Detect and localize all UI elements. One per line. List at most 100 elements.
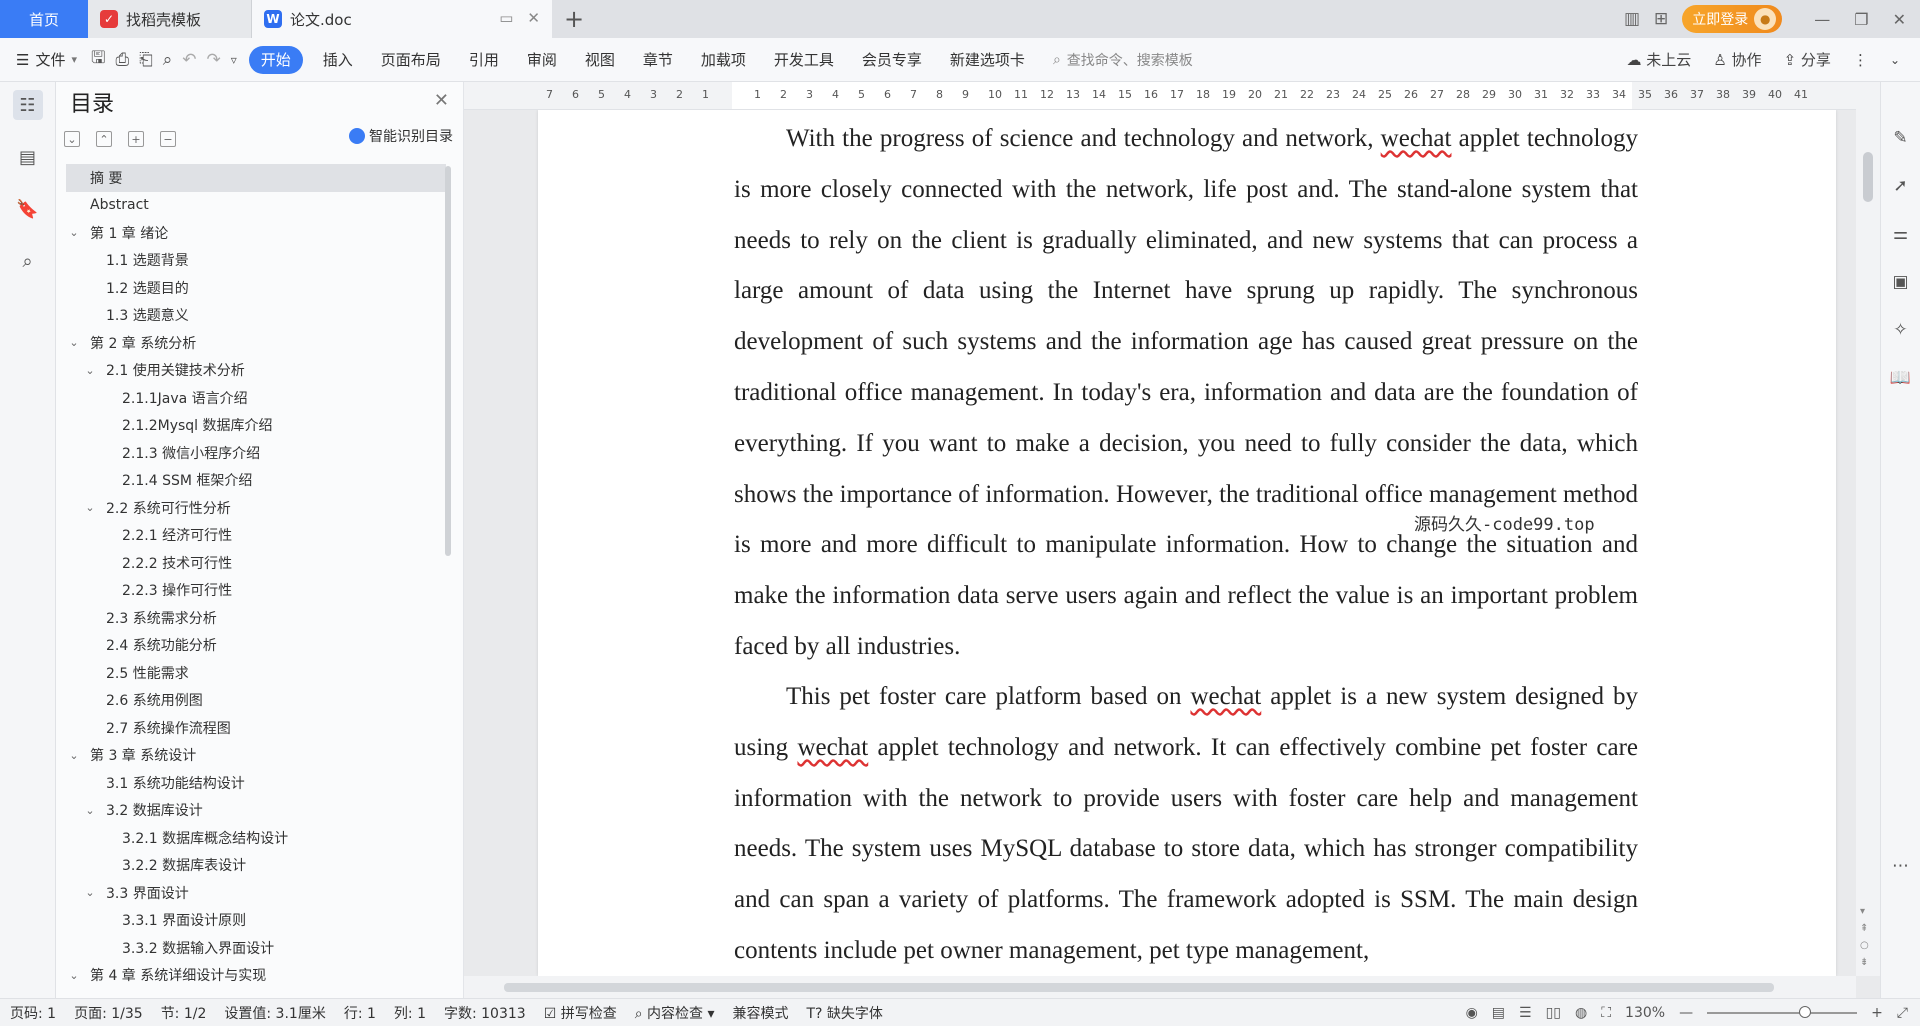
select-cursor-icon[interactable]: ➚	[1889, 174, 1913, 198]
pin-tab-icon[interactable]: ▭	[499, 9, 513, 27]
window-layout-icon[interactable]: ▥	[1624, 9, 1640, 29]
horizontal-scroll-thumb[interactable]	[504, 983, 1774, 992]
menu-new-tab[interactable]: 新建选项卡	[936, 46, 1039, 74]
toc-item[interactable]: ⌄ 3.2 数据库设计	[66, 797, 446, 825]
toc-item[interactable]: 2.2.1 经济可行性	[66, 522, 446, 550]
web-view-icon[interactable]: ◍	[1575, 1005, 1587, 1021]
toc-item[interactable]: 2.1.3 微信小程序介绍	[66, 439, 446, 467]
toc-item[interactable]: 2.2.2 技术可行性	[66, 549, 446, 577]
collapse-all-icon[interactable]: ⌃	[96, 131, 112, 147]
page-view-icon[interactable]: ▤	[1492, 1005, 1505, 1021]
toc-item[interactable]: ⌄ 2.1 使用关键技术分析	[66, 357, 446, 385]
tab-document[interactable]: W 论文.doc ▭ ✕	[252, 0, 552, 38]
toc-item[interactable]: ⌄ 第 1 章 绪论	[66, 219, 446, 247]
close-window-icon[interactable]: ✕	[1893, 10, 1906, 29]
toc-item[interactable]: ⌄ 第 4 章 系统详细设计与实现	[66, 962, 446, 990]
horizontal-ruler[interactable]: 7 6 5 4 3 2 1 1 2 3 4 5 6 7 8 9 10 11 12 13 14 15 16 17 18 19 20 21…	[464, 82, 1856, 110]
chevron-down-icon[interactable]: ⌄	[66, 969, 82, 982]
status-page[interactable]: 页面: 1/35	[74, 1003, 143, 1023]
menu-addins[interactable]: 加载项	[687, 46, 760, 74]
menu-developer[interactable]: 开发工具	[760, 46, 848, 74]
file-menu[interactable]: ☰ 文件 ▾	[0, 49, 91, 70]
missing-font-button[interactable]: T? 缺失字体	[806, 1003, 882, 1023]
toc-item[interactable]: ⌄ 第 3 章 系统设计	[66, 742, 446, 770]
spell-check-toggle[interactable]: ☑ 拼写检查	[544, 1003, 617, 1023]
tab-templates[interactable]: ✓ 找稻壳模板	[88, 0, 252, 38]
toc-item[interactable]: ⌄ 3.3 界面设计	[66, 879, 446, 907]
chevron-down-icon[interactable]: ⌄	[82, 364, 98, 377]
fullscreen-icon[interactable]: ⤢	[1897, 1005, 1908, 1021]
toc-item[interactable]: 2.6 系统用例图	[66, 687, 446, 715]
toc-item[interactable]: 2.1.2Mysql 数据库介绍	[66, 412, 446, 440]
toc-item[interactable]: 3.3.1 界面设计原则	[66, 907, 446, 935]
toc-item[interactable]: 3.3.2 数据输入界面设计	[66, 934, 446, 962]
fit-page-icon[interactable]: ⛶	[1601, 1005, 1611, 1021]
export-pdf-icon[interactable]: ⎙	[115, 50, 129, 70]
spell-error-wechat[interactable]: wechat	[1190, 683, 1261, 710]
horizontal-scrollbar[interactable]	[464, 976, 1856, 998]
toc-item[interactable]: 3.1 系统功能结构设计	[66, 769, 446, 797]
login-button[interactable]: 立即登录 ●	[1682, 5, 1783, 33]
menu-view[interactable]: 视图	[571, 46, 629, 74]
menu-page-layout[interactable]: 页面布局	[367, 46, 455, 74]
toc-item[interactable]: 2.2.3 操作可行性	[66, 577, 446, 605]
save-icon[interactable]: 🖫	[91, 45, 105, 74]
chevron-down-icon[interactable]: ⌄	[82, 804, 98, 817]
share-button[interactable]: ⇪ 分享	[1784, 49, 1831, 70]
apps-grid-icon[interactable]: ⊞	[1654, 9, 1668, 29]
menu-home[interactable]: 开始	[248, 45, 303, 74]
close-icon[interactable]: ✕	[434, 90, 449, 111]
select-browse-icon[interactable]: ○	[1860, 940, 1869, 951]
menu-references[interactable]: 引用	[455, 46, 513, 74]
remove-heading-icon[interactable]: −	[160, 131, 176, 147]
close-tab-icon[interactable]: ✕	[527, 9, 540, 27]
chevron-down-icon[interactable]: ⌄	[66, 749, 82, 762]
image-tools-icon[interactable]: ▣	[1889, 270, 1913, 294]
toc-item[interactable]: ⌄ 2.2 系统可行性分析	[66, 494, 446, 522]
content-check-menu[interactable]: ⌕ 内容检查 ▾	[635, 1003, 715, 1023]
spell-error-wechat[interactable]: wechat	[1381, 125, 1452, 152]
bookmark-icon[interactable]: 🔖	[13, 194, 43, 224]
ai-assistant-icon[interactable]: ✧	[1889, 318, 1913, 342]
next-page-icon[interactable]: ⇟	[1860, 957, 1869, 968]
toc-item[interactable]: Abstract	[66, 192, 446, 220]
minimize-icon[interactable]: —	[1814, 10, 1830, 29]
menu-insert[interactable]: 插入	[309, 46, 367, 74]
collapse-ribbon-icon[interactable]: ⌄	[1890, 53, 1900, 67]
toc-item[interactable]: 3.2.2 数据库表设计	[66, 852, 446, 880]
status-word-count[interactable]: 字数: 10313	[444, 1003, 526, 1023]
reading-view-icon[interactable]: ▯▯	[1546, 1005, 1561, 1021]
settings-sliders-icon[interactable]: ⚌	[1889, 222, 1913, 246]
print-icon[interactable]: ⎗	[139, 50, 153, 70]
prev-page-icon[interactable]: ⇞	[1860, 923, 1869, 934]
chevron-down-icon[interactable]: ⌄	[66, 226, 82, 239]
toc-item[interactable]: 1.2 选题目的	[66, 274, 446, 302]
undo-icon[interactable]: ↶	[182, 50, 196, 70]
toc-item[interactable]: 2.1.1Java 语言介绍	[66, 384, 446, 412]
vertical-scrollbar[interactable]: ▾ ⇞ ○ ⇟	[1856, 82, 1880, 976]
cloud-status[interactable]: ☁ 未上云	[1627, 49, 1692, 70]
zoom-level[interactable]: 130%	[1625, 1005, 1665, 1021]
customize-toolbar-icon[interactable]: ▿	[231, 53, 237, 67]
zoom-slider-knob[interactable]	[1799, 1005, 1812, 1018]
print-preview-icon[interactable]: ⌕	[163, 50, 173, 70]
scroll-down-icon[interactable]: ▾	[1860, 906, 1869, 917]
chapter-nav-icon[interactable]: ▤	[13, 142, 43, 172]
redo-icon[interactable]: ↷	[206, 50, 220, 70]
outline-view-icon[interactable]: ☰	[1519, 1005, 1532, 1021]
tab-home[interactable]: 首页	[0, 0, 88, 38]
vertical-scroll-thumb[interactable]	[1863, 152, 1873, 202]
restore-icon[interactable]: ❐	[1854, 10, 1868, 29]
new-tab-button[interactable]: +	[552, 0, 596, 38]
zoom-out-icon[interactable]: —	[1679, 1005, 1693, 1021]
paragraph-2[interactable]: This pet foster care platform based on w…	[734, 672, 1638, 976]
document-page[interactable]: With the progress of science and technol…	[538, 110, 1836, 976]
spell-error-wechat[interactable]: wechat	[797, 734, 868, 761]
menu-chapter[interactable]: 章节	[629, 46, 687, 74]
add-heading-icon[interactable]: +	[128, 131, 144, 147]
paragraph-1[interactable]: With the progress of science and technol…	[734, 114, 1638, 673]
toc-item[interactable]: 1.1 选题背景	[66, 247, 446, 275]
menu-member[interactable]: 会员专享	[848, 46, 936, 74]
collaborate-button[interactable]: ♙ 协作	[1713, 49, 1761, 70]
more-options-icon[interactable]: ⋮	[1853, 51, 1868, 69]
